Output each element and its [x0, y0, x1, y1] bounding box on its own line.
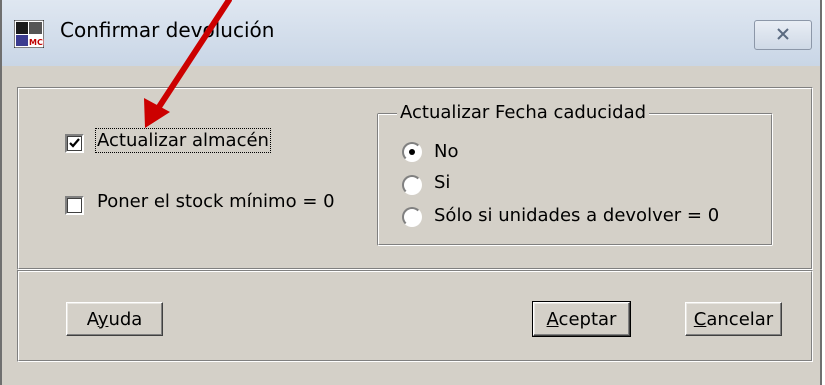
window-title: Confirmar devolución: [60, 18, 275, 42]
dialog-client-area: Actualizar almacén Poner el stock mínimo…: [2, 66, 820, 385]
mnemonic-letter: A: [546, 308, 559, 330]
checkmark-icon: [69, 138, 80, 148]
update-stock-label[interactable]: Actualizar almacén: [95, 128, 271, 153]
expiry-radio-no-label[interactable]: No: [434, 141, 458, 162]
min-stock-zero-label[interactable]: Poner el stock mínimo = 0: [97, 191, 335, 212]
cancel-button[interactable]: Cancelar: [685, 302, 782, 336]
min-stock-zero-checkbox[interactable]: [65, 196, 84, 215]
dialog-window: MCP Confirmar devolución Actualizar alma…: [0, 0, 822, 385]
expiry-date-group-title: Actualizar Fecha caducidad: [397, 102, 650, 123]
expiry-radio-no[interactable]: [402, 142, 422, 162]
help-button[interactable]: Ayuda: [66, 302, 163, 336]
expiry-radio-si-label[interactable]: Si: [434, 172, 450, 193]
help-button-label: Ayuda: [86, 308, 143, 330]
close-icon: [776, 26, 790, 45]
expiry-radio-only-if-zero[interactable]: [402, 207, 422, 227]
close-button[interactable]: [754, 20, 812, 50]
mnemonic-letter: y: [97, 308, 109, 330]
expiry-radio-si[interactable]: [402, 175, 422, 195]
cancel-button-label: Cancelar: [693, 308, 774, 330]
accept-button[interactable]: Aceptar: [532, 301, 631, 337]
mcp-app-icon: MCP: [13, 19, 49, 49]
title-bar[interactable]: MCP Confirmar devolución: [2, 0, 820, 67]
expiry-radio-only-if-zero-label[interactable]: Sólo si unidades a devolver = 0: [434, 205, 719, 226]
update-stock-checkbox[interactable]: [65, 134, 84, 153]
accept-button-label: Aceptar: [546, 308, 617, 330]
mnemonic-letter: C: [693, 308, 707, 330]
svg-text:MCP: MCP: [29, 38, 44, 47]
